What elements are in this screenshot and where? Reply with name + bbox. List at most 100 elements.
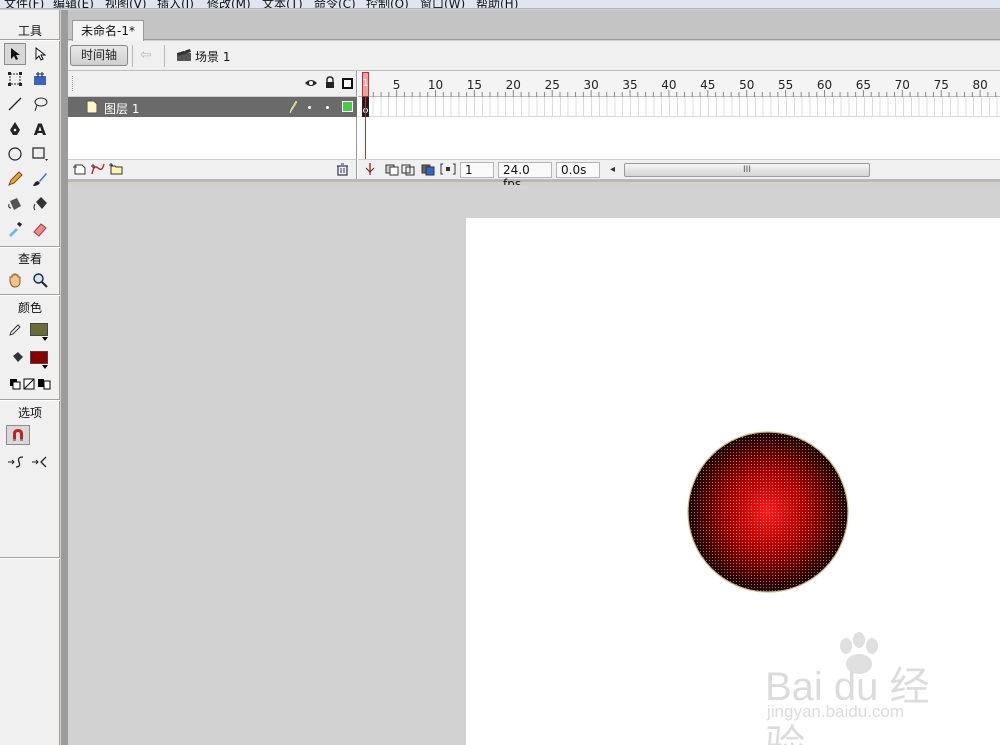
- divider: [0, 294, 60, 296]
- divider: [0, 399, 60, 401]
- visibility-dot[interactable]: [308, 106, 311, 109]
- brush-icon[interactable]: [29, 168, 51, 190]
- drag-handle[interactable]: [72, 76, 74, 91]
- pencil-icon: [288, 100, 298, 117]
- menu-commands[interactable]: 命令(C): [314, 0, 356, 8]
- center-frame-icon[interactable]: [364, 162, 376, 179]
- lock-icon[interactable]: [324, 76, 336, 92]
- ruler-label: 5: [392, 78, 401, 92]
- watermark-brand: Bai du 经验: [765, 665, 930, 745]
- scroll-left-icon[interactable]: ◂: [610, 164, 615, 175]
- oval-icon[interactable]: [4, 143, 26, 165]
- menu-control[interactable]: 控制(O): [366, 0, 409, 8]
- eye-icon[interactable]: [304, 77, 318, 92]
- menu-view[interactable]: 视图(V): [105, 0, 147, 8]
- document-tab-bar: 未命名-1*: [68, 10, 1000, 41]
- hand-icon[interactable]: [4, 269, 26, 291]
- lock-dot[interactable]: [326, 106, 329, 109]
- divider: [0, 557, 60, 559]
- pen-icon[interactable]: [4, 118, 26, 140]
- frames-row[interactable]: [358, 97, 1000, 117]
- layer-page-icon: [86, 100, 98, 117]
- outline-toggle-icon[interactable]: [342, 78, 353, 89]
- ruler-label: 80: [972, 78, 988, 92]
- options-title: 选项: [17, 406, 42, 420]
- menu-help[interactable]: 帮助(H): [476, 0, 518, 8]
- add-layer-icon[interactable]: [72, 162, 88, 179]
- timeline-panel: 图层 1 1 5 10 15 20 25 30 35 40 45 50 55 60 65 70 75 80: [68, 71, 1000, 191]
- add-guide-layer-icon[interactable]: [90, 162, 106, 179]
- ruler-label: 75: [933, 78, 949, 92]
- subselect-icon[interactable]: [29, 43, 51, 65]
- menu-text[interactable]: 文本(T): [262, 0, 303, 8]
- chevron-down-icon[interactable]: [42, 365, 48, 369]
- ruler-label: 30: [583, 78, 599, 92]
- view-title: 查看: [17, 252, 42, 266]
- ruler-label: 45: [700, 78, 716, 92]
- add-folder-icon[interactable]: [108, 162, 124, 179]
- divider: [0, 246, 60, 248]
- stroke-color-pencil-icon: [4, 319, 26, 341]
- timeline-toggle-button[interactable]: 时间轴: [70, 45, 128, 66]
- layer-footer: [68, 159, 357, 179]
- frames-empty: [358, 117, 1000, 159]
- line-icon[interactable]: [4, 93, 26, 115]
- magnet-icon[interactable]: [6, 425, 30, 445]
- rectangle-icon[interactable]: [29, 143, 51, 165]
- lasso-icon[interactable]: [29, 93, 51, 115]
- gradient-transform-icon[interactable]: [29, 68, 51, 90]
- ruler-label: 10: [427, 78, 444, 92]
- watermark-url: jingyan.baidu.com: [767, 702, 905, 721]
- current-frame-field[interactable]: 1: [460, 162, 494, 178]
- chevron-down-icon[interactable]: [42, 337, 48, 341]
- stroke-color-swatch[interactable]: [30, 323, 48, 336]
- frame-ruler[interactable]: 1 5 10 15 20 25 30 35 40 45 50 55 60 65 70 75 80: [358, 71, 1000, 97]
- modify-onion-markers-icon[interactable]: [440, 162, 456, 179]
- paint-bucket-icon[interactable]: [29, 193, 51, 215]
- pencil-icon[interactable]: [4, 168, 26, 190]
- eraser-icon[interactable]: [29, 218, 51, 240]
- menu-edit[interactable]: 编辑(E): [53, 0, 94, 8]
- trash-icon[interactable]: [336, 163, 349, 179]
- document-tab[interactable]: 未命名-1*: [72, 20, 144, 41]
- menu-bar: 文件(F) 编辑(E) 视图(V) 插入(I) 修改(M) 文本(T) 命令(C…: [0, 0, 1000, 9]
- panel-splitter[interactable]: [61, 10, 68, 745]
- watermark: Bai du 经验 jingyan.baidu.com: [765, 632, 945, 745]
- ruler-label: 60: [816, 78, 833, 92]
- arrow-icon[interactable]: [4, 43, 26, 65]
- free-transform-icon[interactable]: [4, 68, 26, 90]
- back-arrow-icon[interactable]: ⇦: [140, 47, 152, 63]
- menu-file[interactable]: 文件(F): [4, 0, 44, 8]
- elapsed-time-field[interactable]: 0.0s: [556, 162, 600, 178]
- divider: [132, 45, 133, 67]
- onion-skin-icon[interactable]: [384, 162, 400, 179]
- divider: [164, 45, 165, 67]
- colors-title: 颜色: [17, 301, 42, 315]
- timeline-scrollbar-thumb[interactable]: III: [624, 163, 870, 177]
- edit-multiple-frames-icon[interactable]: [420, 162, 436, 179]
- tools-panel: 工具 A 查看 颜色 选项: [0, 10, 60, 745]
- ruler-label: 65: [855, 78, 872, 92]
- onion-outline-icon[interactable]: [400, 162, 416, 179]
- layer-outline-color[interactable]: [342, 101, 353, 112]
- menu-insert[interactable]: 插入(I): [157, 0, 194, 8]
- clapperboard-icon: [176, 48, 192, 62]
- ink-bottle-icon[interactable]: [4, 193, 26, 215]
- menu-window[interactable]: 窗口(W): [420, 0, 465, 8]
- layer-row[interactable]: 图层 1: [68, 97, 357, 117]
- straighten-icon[interactable]: [30, 451, 52, 473]
- zoom-icon[interactable]: [29, 269, 51, 291]
- ruler-label: 1: [362, 78, 369, 89]
- layer-name[interactable]: 图层 1: [104, 100, 139, 117]
- swap-colors-icon[interactable]: [33, 373, 55, 395]
- fill-color-bucket-icon: [6, 347, 28, 369]
- eyedropper-icon[interactable]: [4, 218, 26, 240]
- scene-breadcrumb[interactable]: 场景 1: [195, 48, 230, 65]
- smooth-icon[interactable]: [6, 451, 28, 473]
- fill-color-swatch[interactable]: [30, 351, 48, 364]
- text-icon[interactable]: A: [29, 118, 51, 140]
- menu-modify[interactable]: 修改(M): [207, 0, 251, 8]
- frame-rate-field[interactable]: 24.0 fps: [498, 162, 552, 191]
- ruler-label: 70: [894, 78, 910, 92]
- ruler-label: 40: [661, 78, 677, 92]
